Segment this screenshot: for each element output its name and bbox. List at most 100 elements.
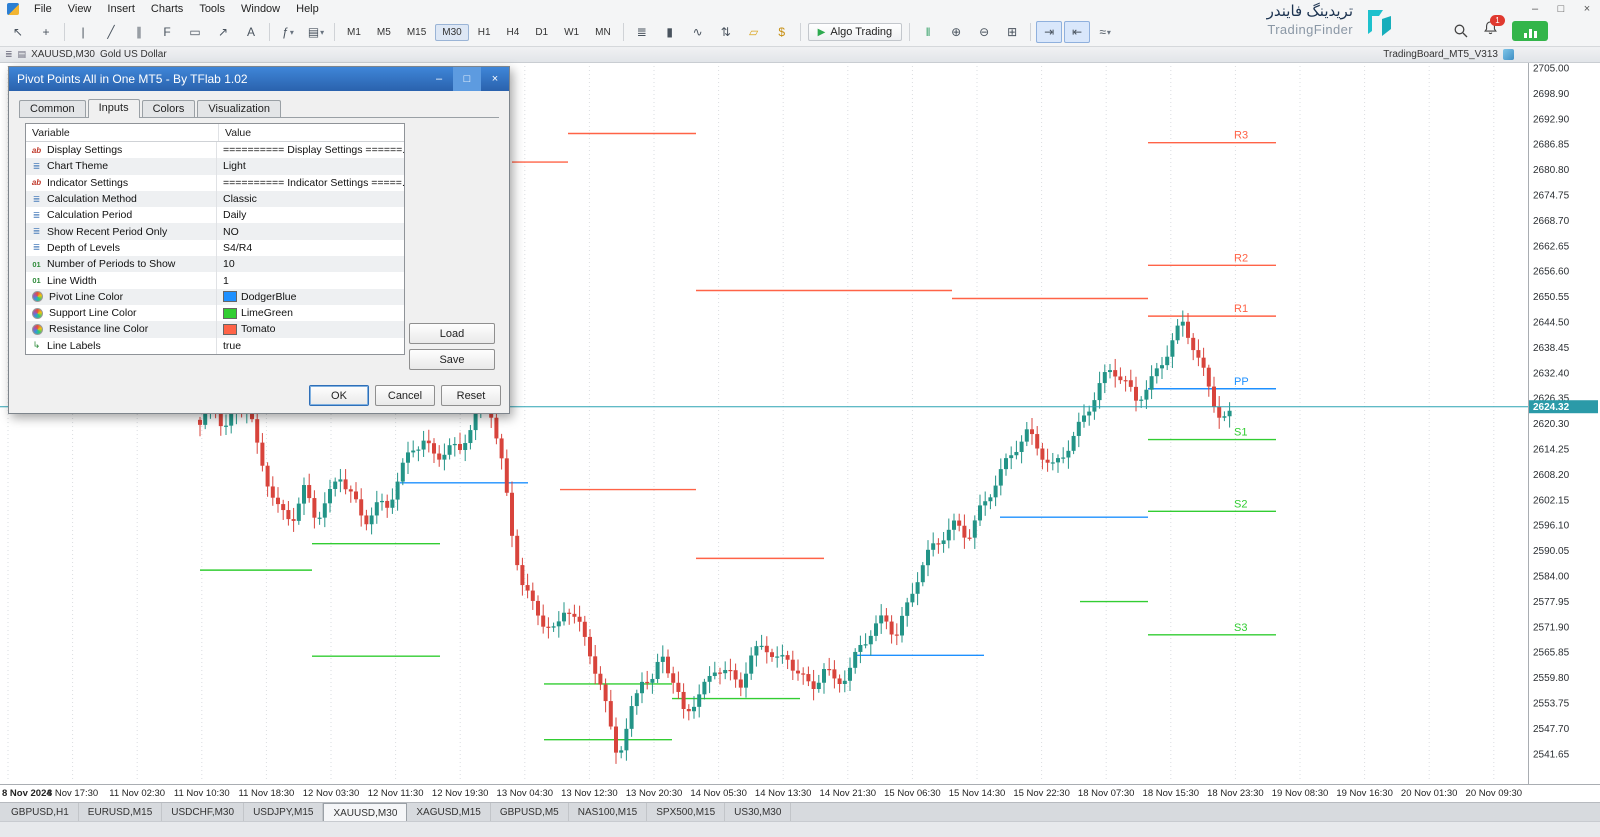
chart-tab-gbpusd-m5[interactable]: GBPUSD,M5	[491, 803, 569, 822]
ok-button[interactable]: OK	[309, 385, 369, 406]
menu-view[interactable]: View	[60, 2, 100, 16]
notifications-button[interactable]: 1	[1483, 20, 1498, 41]
bar-chart-mode-icon[interactable]: ≣	[629, 21, 655, 43]
param-row-line-labels[interactable]: ↳Line Labelstrue	[26, 338, 404, 354]
param-row-support-line-color[interactable]: Support Line ColorLimeGreen	[26, 305, 404, 321]
param-value-cell[interactable]: 10	[217, 256, 404, 272]
param-row-number-of-periods-to-show[interactable]: 01Number of Periods to Show10	[26, 256, 404, 272]
timeframe-d1-button[interactable]: D1	[528, 24, 555, 41]
text-tool-icon[interactable]: A	[238, 21, 264, 43]
menu-window[interactable]: Window	[233, 2, 288, 16]
window-minimize-button[interactable]: –	[1522, 1, 1548, 18]
time-axis-label: 14 Nov 21:30	[820, 788, 877, 799]
reset-button[interactable]: Reset	[441, 385, 501, 406]
param-row-show-recent-period-only[interactable]: ≣Show Recent Period OnlyNO	[26, 223, 404, 239]
param-value-cell[interactable]: Daily	[217, 207, 404, 223]
timeframe-w1-button[interactable]: W1	[557, 24, 586, 41]
zoom-out-icon[interactable]: ⊖	[971, 21, 997, 43]
trade-levels-icon[interactable]: ‖	[915, 21, 941, 43]
menu-tools[interactable]: Tools	[191, 2, 233, 16]
window-maximize-button[interactable]: □	[1548, 1, 1574, 18]
param-row-indicator-settings[interactable]: abIndicator Settings========== Indicator…	[26, 175, 404, 191]
objects-menu-icon[interactable]: ▤▾	[303, 21, 329, 43]
auto-scroll-icon[interactable]: ⇥	[1036, 21, 1062, 43]
chart-tab-nas100-m15[interactable]: NAS100,M15	[569, 803, 647, 822]
dialog-title-bar[interactable]: Pivot Points All in One MT5 - By TFlab 1…	[9, 67, 509, 91]
dialog-minimize-button[interactable]: –	[425, 67, 453, 91]
param-value-cell[interactable]: LimeGreen	[217, 305, 404, 321]
param-row-display-settings[interactable]: abDisplay Settings========== Display Set…	[26, 142, 404, 158]
timeframe-m5-button[interactable]: M5	[370, 24, 398, 41]
menu-file[interactable]: File	[26, 2, 60, 16]
param-value-cell[interactable]: NO	[217, 223, 404, 239]
param-row-pivot-line-color[interactable]: Pivot Line ColorDodgerBlue	[26, 289, 404, 305]
zoom-in-icon[interactable]: ⊕	[943, 21, 969, 43]
templates-folder-icon[interactable]: ▱	[741, 21, 767, 43]
menu-charts[interactable]: Charts	[143, 2, 191, 16]
save-button[interactable]: Save	[409, 349, 495, 370]
param-row-resistance-line-color[interactable]: Resistance line ColorTomato	[26, 321, 404, 337]
deposit-icon[interactable]: $	[769, 21, 795, 43]
vertical-line-tool-icon[interactable]: |	[70, 21, 96, 43]
param-row-calculation-method[interactable]: ≣Calculation MethodClassic	[26, 191, 404, 207]
algo-trading-button[interactable]: ▶Algo Trading	[808, 23, 902, 41]
timeframe-m1-button[interactable]: M1	[340, 24, 368, 41]
cursor-icon[interactable]: ↖	[5, 21, 31, 43]
crosshair-icon[interactable]: +	[33, 21, 59, 43]
load-button[interactable]: Load	[409, 323, 495, 344]
candle-chart-mode-icon[interactable]: ▮	[657, 21, 683, 43]
data-window-icon[interactable]: ≈▾	[1092, 21, 1118, 43]
channel-tool-icon[interactable]: ∥	[126, 21, 152, 43]
param-value-cell[interactable]: Tomato	[217, 321, 404, 337]
param-value-cell[interactable]: S4/R4	[217, 240, 404, 256]
param-value-cell[interactable]: ========== Indicator Settings =====...	[217, 175, 404, 191]
connection-status-icon[interactable]	[1512, 21, 1548, 41]
timeframe-m30-button[interactable]: M30	[435, 24, 468, 41]
chart-tab-xauusd-m30[interactable]: XAUUSD,M30	[323, 803, 407, 822]
param-value-cell[interactable]: 1	[217, 272, 404, 288]
window-close-button[interactable]: ×	[1574, 1, 1600, 18]
param-row-calculation-period[interactable]: ≣Calculation PeriodDaily	[26, 207, 404, 223]
fibonacci-tool-icon[interactable]: F	[154, 21, 180, 43]
param-value-cell[interactable]: Light	[217, 158, 404, 174]
cancel-button[interactable]: Cancel	[375, 385, 435, 406]
dialog-tab-colors[interactable]: Colors	[142, 100, 196, 117]
param-row-depth-of-levels[interactable]: ≣Depth of LevelsS4/R4	[26, 240, 404, 256]
chart-tab-usdjpy-m15[interactable]: USDJPY,M15	[244, 803, 323, 822]
dialog-maximize-button[interactable]: □	[453, 67, 481, 91]
dialog-tab-common[interactable]: Common	[19, 100, 86, 117]
dialog-close-button[interactable]: ×	[481, 67, 509, 91]
chart-tab-spx500-m15[interactable]: SPX500,M15	[647, 803, 725, 822]
search-icon[interactable]	[1453, 23, 1469, 39]
zoom-fit-icon[interactable]: ⇅	[713, 21, 739, 43]
chart-tab-xagusd-m15[interactable]: XAGUSD,M15	[407, 803, 490, 822]
indicators-menu-icon[interactable]: ƒ▾	[275, 21, 301, 43]
arrows-tool-icon[interactable]: ↗	[210, 21, 236, 43]
menu-insert[interactable]: Insert	[99, 2, 143, 16]
param-value-cell[interactable]: Classic	[217, 191, 404, 207]
chart-tab-eurusd-m15[interactable]: EURUSD,M15	[79, 803, 162, 822]
toolbar-separator	[64, 23, 65, 41]
timeframe-h4-button[interactable]: H4	[500, 24, 527, 41]
param-value-cell[interactable]: ========== Display Settings ======...	[217, 142, 404, 158]
shapes-tool-icon[interactable]: ▭	[182, 21, 208, 43]
chart-shift-icon[interactable]: ⇤	[1064, 21, 1090, 43]
chart-tab-gbpusd-h1[interactable]: GBPUSD,H1	[2, 803, 79, 822]
time-axis[interactable]: 8 Nov 20248 Nov 17:3011 Nov 02:3011 Nov …	[0, 784, 1600, 803]
timeframe-m15-button[interactable]: M15	[400, 24, 433, 41]
dialog-tab-inputs[interactable]: Inputs	[88, 99, 140, 118]
menu-help[interactable]: Help	[288, 2, 327, 16]
param-row-chart-theme[interactable]: ≣Chart ThemeLight	[26, 158, 404, 174]
line-chart-mode-icon[interactable]: ∿	[685, 21, 711, 43]
chart-tab-usdchf-m30[interactable]: USDCHF,M30	[162, 803, 244, 822]
dialog-tab-visualization[interactable]: Visualization	[197, 100, 281, 117]
param-value-cell[interactable]: true	[217, 338, 404, 354]
timeframe-h1-button[interactable]: H1	[471, 24, 498, 41]
chart-tab-us30-m30[interactable]: US30,M30	[725, 803, 791, 822]
candle-body	[1020, 442, 1024, 452]
param-value-cell[interactable]: DodgerBlue	[217, 289, 404, 305]
timeframe-mn-button[interactable]: MN	[588, 24, 618, 41]
param-row-line-width[interactable]: 01Line Width1	[26, 272, 404, 288]
trendline-tool-icon[interactable]: ╱	[98, 21, 124, 43]
grid-toggle-icon[interactable]: ⊞	[999, 21, 1025, 43]
